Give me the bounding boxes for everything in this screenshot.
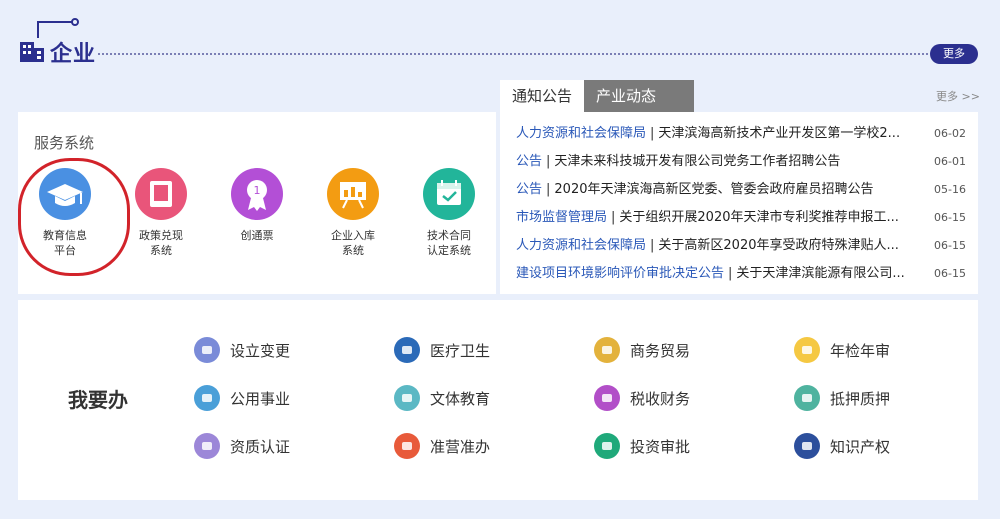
todo-item-qualification[interactable]: 资质认证 (194, 432, 290, 462)
todo-item-tax-finance[interactable]: 税收财务 (594, 384, 690, 414)
services-title: 服务系统 (34, 134, 95, 152)
inspection-icon (794, 336, 820, 363)
news-more-link[interactable]: 更多 >> (936, 88, 980, 104)
culture-education-icon (394, 384, 420, 411)
building-icon (20, 42, 44, 62)
service-enterprise-registry[interactable]: 企业入库 系统 (308, 168, 398, 258)
news-item[interactable]: 人力资源和社会保障局 | 天津滨海高新技术产业开发区第一学校2... 06-02 (516, 120, 966, 148)
header-divider (98, 53, 928, 55)
todo-item-register-change[interactable]: 设立变更 (194, 336, 290, 366)
ip-icon (794, 432, 820, 459)
todo-item-culture-education[interactable]: 文体教育 (394, 384, 490, 414)
mortgage-icon (794, 384, 820, 411)
news-item[interactable]: 公告 | 天津未来科技城开发有限公司党务工作者招聘公告 06-01 (516, 148, 966, 176)
more-button[interactable]: 更多 (930, 44, 978, 64)
news-panel: 人力资源和社会保障局 | 天津滨海高新技术产业开发区第一学校2... 06-02 公… (500, 112, 978, 294)
page-title: 企业 (50, 42, 97, 67)
todo-title: 我要办 (68, 388, 128, 412)
service-chuangtong-ticket[interactable]: 1 创通票 (212, 168, 302, 243)
tax-finance-icon (594, 384, 620, 411)
register-icon (194, 336, 220, 363)
todo-item-permit[interactable]: 准营准办 (394, 432, 490, 462)
trade-icon (594, 336, 620, 363)
news-item[interactable]: 人力资源和社会保障局 | 关于高新区2020年享受政府特殊津贴人... 06-15 (516, 232, 966, 260)
todo-item-investment[interactable]: 投资审批 (594, 432, 690, 462)
todo-panel: 我要办 设立变更 医疗卫生 商务贸易 年检年审 公用事业 文体教育 税收财务 抵… (18, 300, 978, 500)
service-tech-contract[interactable]: 技术合同 认定系统 (404, 168, 494, 258)
utility-icon (194, 384, 220, 411)
highlight-circle (18, 158, 130, 276)
tab-industry-news[interactable]: 产业动态 (584, 80, 694, 112)
todo-item-inspection[interactable]: 年检年审 (794, 336, 890, 366)
calendar-check-icon (423, 168, 475, 220)
todo-item-ip[interactable]: 知识产权 (794, 432, 890, 462)
svg-text:1: 1 (254, 184, 261, 197)
presentation-board-icon (327, 168, 379, 220)
investment-icon (594, 432, 620, 459)
news-item[interactable]: 市场监督管理局 | 关于组织开展2020年天津市专利奖推荐申报工... 06-15 (516, 204, 966, 232)
permit-icon (394, 432, 420, 459)
todo-item-medical[interactable]: 医疗卫生 (394, 336, 490, 366)
news-item[interactable]: 公告 | 2020年天津滨海高新区党委、管委会政府雇员招聘公告 05-16 (516, 176, 966, 204)
news-item[interactable]: 建设项目环境影响评价审批决定公告 | 关于天津津滨能源有限公司... 06-15 (516, 260, 966, 288)
medical-icon (394, 336, 420, 363)
book-icon (135, 168, 187, 220)
qualification-icon (194, 432, 220, 459)
todo-item-trade[interactable]: 商务贸易 (594, 336, 690, 366)
medal-icon: 1 (231, 168, 283, 220)
todo-item-mortgage[interactable]: 抵押质押 (794, 384, 890, 414)
todo-item-utility[interactable]: 公用事业 (194, 384, 290, 414)
